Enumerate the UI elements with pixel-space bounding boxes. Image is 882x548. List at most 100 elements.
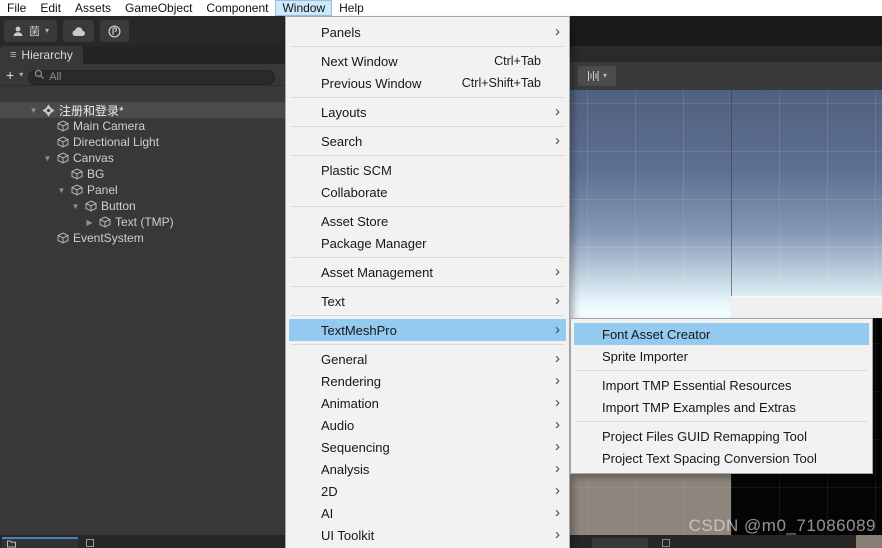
menu-item[interactable]: Next Window Ctrl+Tab [289,50,566,72]
submenu-item[interactable]: Import TMP Essential Resources [574,374,869,396]
submenu-item[interactable]: Import TMP Examples and Extras [574,396,869,418]
tree-foldout-icon[interactable]: ▼ [54,186,69,195]
tab-hierarchy[interactable]: ≡ Hierarchy [0,46,83,64]
menu-item[interactable]: 2D › [289,480,566,502]
menubar-item-label: GameObject [125,1,193,15]
menu-item[interactable]: TextMeshPro › [289,319,566,341]
menubar-item[interactable]: Edit [33,0,68,16]
menu-separator [289,254,566,261]
gameobject-label: Main Camera [73,119,146,133]
cloud-button[interactable] [63,20,95,42]
submenu-arrow-icon: › [555,460,560,477]
tree-foldout-icon[interactable]: ▶ [82,218,97,227]
menubar-item-label: Assets [75,1,112,15]
tree-row[interactable]: Directional Light [0,134,285,150]
account-button[interactable]: 菌 ▾ [4,20,58,42]
menubar-item[interactable]: GameObject [118,0,199,16]
menu-item[interactable]: Layouts › [289,101,566,123]
submenu-item[interactable]: Project Text Spacing Conversion Tool [574,447,869,469]
menu-item[interactable]: Sequencing › [289,436,566,458]
menu-separator [289,43,566,50]
tree-row[interactable]: BG [0,166,285,182]
menu-item-shortcut: Ctrl+Tab [494,54,541,68]
tree-row[interactable]: ▼ 注册和登录* [0,102,285,118]
menubar-item[interactable]: Assets [68,0,118,16]
account-label: 菌 [29,26,40,38]
gameobject-label: Directional Light [73,135,160,149]
menu-item[interactable]: Search › [289,130,566,152]
menu-item[interactable]: Rendering › [289,370,566,392]
tree-row[interactable]: ▼ Panel [0,182,285,198]
menu-separator [289,341,566,348]
menu-item[interactable]: Asset Management › [289,261,566,283]
create-object-button[interactable]: + [6,68,14,82]
menubar-item[interactable]: Help [332,0,371,16]
submenu-item-label: Import TMP Examples and Extras [602,399,796,415]
tree-foldout-icon[interactable]: ▼ [68,202,83,211]
hierarchy-search-input[interactable] [28,70,275,85]
grid-visibility-button[interactable]: ▾ [578,66,616,86]
menubar: File Edit Assets GameObject Component Wi… [0,0,882,16]
menu-item-shortcut: Ctrl+Shift+Tab [461,76,541,90]
gameobject-icon [55,120,70,133]
tree-row[interactable]: ▶ Text (TMP) [0,214,285,230]
search-icon [35,69,45,80]
menubar-item[interactable]: File [0,0,33,16]
menu-item[interactable]: Asset Store [289,210,566,232]
menu-item[interactable]: Audio › [289,414,566,436]
submenu-item[interactable]: Project Files GUID Remapping Tool [574,425,869,447]
menu-item-label: Layouts [321,104,367,120]
create-dropdown-icon[interactable]: ▾ [19,70,23,79]
menu-item[interactable]: General › [289,348,566,370]
grid-ruler-icon [587,71,599,81]
menu-item[interactable]: Package Manager [289,232,566,254]
menubar-item[interactable]: Window [275,0,333,16]
unity-editor-window: 菌 ▾ ≡ Hierarchy + ▾ All ▼ 注册和登录* Main Ca… [0,0,882,548]
scene-viewport-sky[interactable] [570,90,882,318]
gameobject-icon [55,152,70,165]
submenu-arrow-icon: › [555,504,560,521]
menu-item-label: Analysis [321,461,370,477]
menu-item[interactable]: Plastic SCM [289,159,566,181]
bottom-tab-active[interactable] [2,537,78,548]
hierarchy-tree: ▼ 注册和登录* Main Camera Directional Light ▼… [0,102,285,522]
menu-item[interactable]: Previous Window Ctrl+Shift+Tab [289,72,566,94]
plastic-scm-button[interactable] [100,20,130,42]
menu-item[interactable]: Collaborate [289,181,566,203]
gameobject-label: 注册和登录* [59,103,124,118]
submenu-item[interactable]: Font Asset Creator [574,323,869,345]
menubar-item[interactable]: Component [199,0,275,16]
gameobject-label: Canvas [73,151,114,165]
gameobject-label: BG [87,167,105,181]
scene-tab-bar [570,46,882,62]
tree-row[interactable]: Main Camera [0,118,285,134]
menu-item[interactable]: UI Toolkit › [289,524,566,546]
bottom-tab-icon-right[interactable] [662,539,670,547]
toolbar-right-area [570,16,882,46]
menu-item[interactable]: Panels › [289,21,566,43]
menu-item[interactable]: Animation › [289,392,566,414]
hierarchy-controls-row: + ▾ [0,64,285,86]
menu-separator [574,367,869,374]
tree-foldout-icon[interactable]: ▼ [40,154,55,163]
bottom-tab-right[interactable] [592,538,648,548]
bottom-tab-icon[interactable] [86,539,94,547]
menu-item[interactable]: Analysis › [289,458,566,480]
plastic-scm-icon [108,24,121,38]
tree-row[interactable]: EventSystem [0,230,285,246]
menu-item-label: AI [321,505,334,521]
hierarchy-tab-label: Hierarchy [21,48,73,62]
submenu-arrow-icon: › [555,103,560,120]
menu-item-label: Package Manager [321,235,427,251]
submenu-arrow-icon: › [555,321,560,338]
tree-foldout-icon[interactable]: ▼ [26,106,41,115]
menu-item[interactable]: AI › [289,502,566,524]
tree-row[interactable]: ▼ Button [0,198,285,214]
tree-row[interactable]: ▼ Canvas [0,150,285,166]
menu-item[interactable]: Text › [289,290,566,312]
submenu-item[interactable]: Sprite Importer [574,345,869,367]
scene-grid-axis-line [731,90,732,318]
submenu-arrow-icon: › [555,292,560,309]
menu-item-label: Panels [321,24,361,40]
menu-item-label: Rendering [321,373,381,389]
